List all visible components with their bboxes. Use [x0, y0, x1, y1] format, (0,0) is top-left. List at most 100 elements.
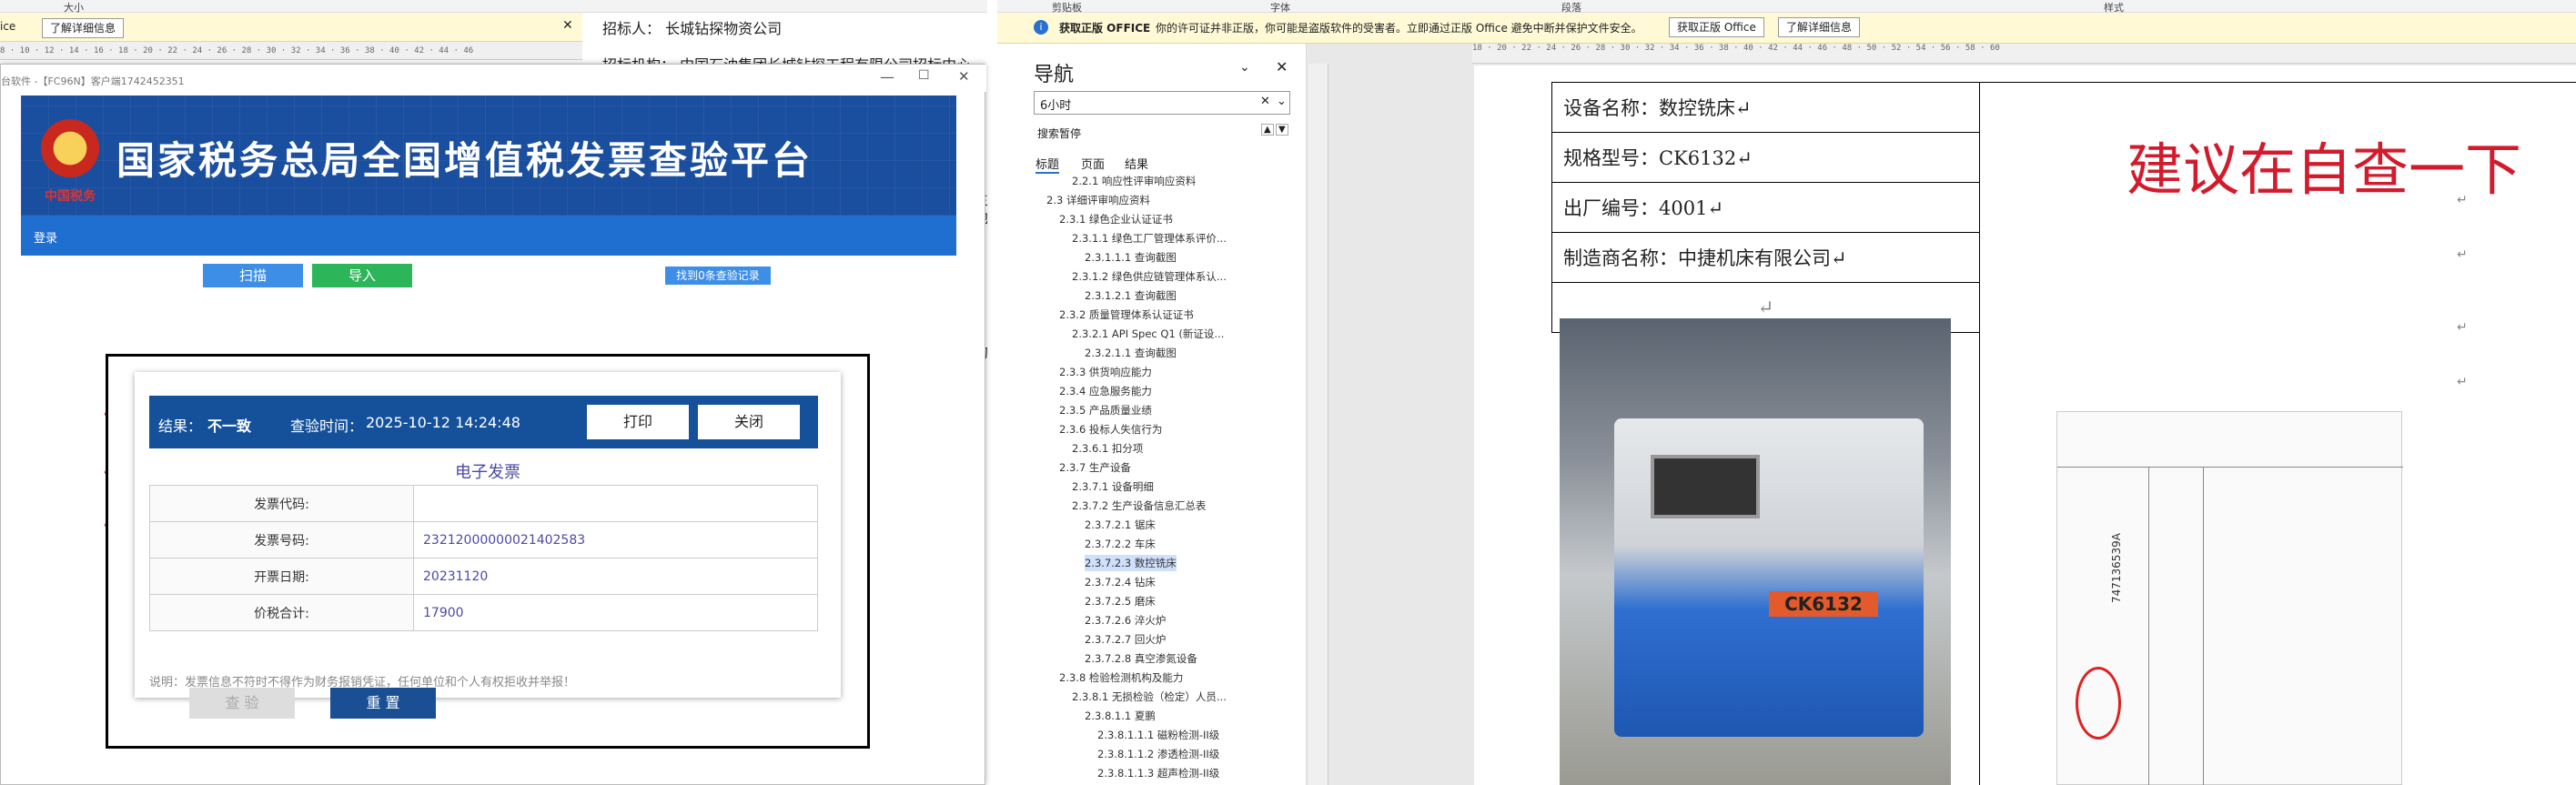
nav-heading-item[interactable]: 2.3.6.1 扣分项: [1072, 440, 1143, 457]
up-arrow-icon[interactable]: ▲: [1261, 124, 1274, 136]
result-label: 结果：: [158, 418, 203, 435]
serial-cell: 出厂编号：4001↵: [1551, 182, 1980, 233]
nav-bar: 登录: [21, 216, 956, 256]
model-cell: 规格型号：CK6132↵: [1551, 132, 1980, 183]
nav-heading-item[interactable]: 2.3.7.2.1 锯床: [1085, 517, 1156, 533]
horizontal-ruler: 18 · 20 · 22 · 24 · 26 · 28 · 30 · 32 · …: [1472, 44, 2576, 64]
tab-headings[interactable]: 标题: [1035, 155, 1060, 174]
clear-icon[interactable]: ✕: [1260, 95, 1270, 108]
check-button[interactable]: 查 验: [189, 688, 295, 719]
close-icon[interactable]: ✕: [958, 68, 970, 85]
nav-heading-item[interactable]: 2.3.7.1 设备明细: [1072, 478, 1154, 495]
nav-heading-item[interactable]: 2.3.7.2.8 真空渗氮设备: [1085, 650, 1197, 667]
table-row: 制造商名称：中捷机床有限公司↵: [1551, 232, 1980, 283]
close-icon[interactable]: ✕: [1276, 58, 1288, 75]
table-row: 发票号码: 23212000000021402583: [149, 521, 818, 559]
invoice-check-window: 台软件 -【FC96N】客户端1742452351 — ☐ ✕ 中国税务 国家税…: [0, 64, 986, 785]
chevron-down-icon[interactable]: ⌄: [1277, 95, 1287, 108]
check-time-label: 查验时间：: [290, 418, 364, 435]
nav-heading-item[interactable]: 2.3.7.2.2 车床: [1085, 536, 1156, 552]
nav-heading-item[interactable]: 2.3.3 供货响应能力: [1059, 364, 1152, 380]
nav-heading-item[interactable]: 2.3.1.2 绿色供应链管理体系认...: [1072, 268, 1227, 285]
tab-results[interactable]: 结果: [1125, 155, 1148, 172]
platform-title: 国家税务总局全国增值税发票查验平台: [116, 138, 813, 183]
maximize-icon[interactable]: ☐: [918, 68, 930, 83]
receipt-number: 747136539A: [2110, 533, 2123, 603]
nav-heading-item[interactable]: 2.3.8.1.1.3 超声检测-II级: [1097, 765, 1219, 781]
chevron-down-icon[interactable]: ⌄: [1239, 60, 1250, 75]
invoice-date-label: 开票日期:: [149, 558, 414, 595]
learn-more-button[interactable]: 了解详细信息: [1778, 17, 1861, 37]
machine-body: CK6132: [1614, 418, 1924, 737]
invoice-total-value: 17900: [413, 594, 818, 631]
close-icon[interactable]: ✕: [562, 18, 573, 33]
nav-heading-item[interactable]: 2.3.7.2.5 磨床: [1085, 593, 1156, 609]
result-value: 不一致: [207, 418, 252, 435]
nav-heading-item[interactable]: 2.3.7.2.3 数控铣床: [1085, 555, 1177, 571]
nav-heading-item[interactable]: 2.3.8.1.1 夏鹏: [1085, 708, 1156, 724]
learn-more-button[interactable]: 了解详细信息: [42, 18, 125, 38]
nav-heading-item[interactable]: 2.3.2 质量管理体系认证证书: [1059, 307, 1194, 323]
nav-heading-item[interactable]: 2.3.1.1.1 查询截图: [1085, 249, 1177, 266]
tab-pages[interactable]: 页面: [1081, 155, 1105, 172]
check-time-value: 2025-10-12 14:24:48: [366, 414, 520, 431]
import-button[interactable]: 导入: [312, 264, 412, 287]
table-row: 设备名称：数控铣床↵: [1551, 82, 1980, 133]
minimize-icon[interactable]: —: [880, 68, 894, 86]
table-row: 发票代码:: [149, 485, 818, 522]
license-warning-bar: i 获取正版 OFFICE 你的许可证并非正版，你可能是盗版软件的受害者。立即通…: [997, 13, 2576, 44]
nav-heading-item[interactable]: 2.3.8.1.1.1 磁粉检测-II级: [1097, 727, 1219, 743]
right-ribbon: 剪贴板 字体 段落 样式: [997, 0, 2576, 14]
vertical-ruler: [1308, 64, 1328, 785]
scan-line: [2057, 467, 2403, 468]
table-row: 规格型号：CK6132↵: [1551, 132, 1980, 183]
invoice-code-label: 发票代码:: [149, 485, 414, 522]
reset-button[interactable]: 重 置: [330, 688, 436, 719]
nav-heading-item[interactable]: 2.3.2.1 API Spec Q1 (新证设...: [1072, 326, 1224, 342]
scan-button[interactable]: 扫描: [203, 264, 303, 287]
get-genuine-office-button[interactable]: 获取正版 Office: [1669, 17, 1764, 37]
nav-heading-item[interactable]: 2.3.7.2.6 淬火炉: [1085, 612, 1166, 629]
invoice-date-value: 20231120: [413, 558, 818, 595]
search-paused-text: 搜索暂停: [1037, 127, 1082, 140]
left-ruler: 8 · 10 · 12 · 14 · 16 · 18 · 20 · 22 · 2…: [0, 42, 582, 60]
manufacturer-cell: 制造商名称：中捷机床有限公司↵: [1551, 232, 1980, 283]
invoice-scan-image: 747136539A: [2056, 411, 2403, 785]
down-arrow-icon[interactable]: ▼: [1276, 124, 1288, 136]
nav-heading-item[interactable]: 2.3.5 产品质量业绩: [1059, 402, 1152, 418]
nav-heading-item[interactable]: 2.3.4 应急服务能力: [1059, 383, 1152, 399]
column-top-border: [1979, 82, 2576, 83]
nav-heading-item[interactable]: 2.3.8.1.1.2 渗透检测-II级: [1097, 746, 1219, 762]
nav-heading-item[interactable]: 2.3.7.2 生产设备信息汇总表: [1072, 498, 1206, 514]
invoice-total-label: 价税合计:: [149, 594, 414, 631]
nav-heading-item[interactable]: 2.3.8.1 无损检验（检定）人员...: [1072, 689, 1227, 705]
nav-search-box[interactable]: 6小时 ✕ ⌄: [1034, 91, 1290, 115]
tax-logo: 中国税务: [45, 189, 96, 204]
result-header: 结果： 不一致 查验时间： 2025-10-12 14:24:48 打印 关闭: [149, 396, 818, 448]
print-button[interactable]: 打印: [587, 405, 689, 439]
nav-heading-item[interactable]: 2.3.7.2.7 回火炉: [1085, 631, 1166, 648]
nav-heading-item[interactable]: 2.3.7 生产设备: [1059, 459, 1131, 476]
scan-line: [2148, 467, 2149, 785]
nav-heading-item[interactable]: 2.3.1.1 绿色工厂管理体系评价...: [1072, 230, 1227, 247]
nav-heading-item[interactable]: 2.3.2.1.1 查询截图: [1085, 345, 1177, 361]
nav-login[interactable]: 登录: [34, 228, 57, 246]
nav-title: 导航: [1034, 64, 1075, 86]
window-titlebar[interactable]: 台软件 -【FC96N】客户端1742452351 — ☐ ✕: [1, 65, 986, 92]
nav-heading-item[interactable]: 2.3.1.2.1 查询截图: [1085, 287, 1177, 304]
scan-line: [2203, 467, 2204, 785]
table-row: 开票日期: 20231120: [149, 558, 818, 595]
nav-search-input[interactable]: 6小时: [1040, 96, 1071, 113]
nav-heading-item[interactable]: 2.2.1 响应性评审响应资料: [1072, 173, 1196, 189]
close-button[interactable]: 关闭: [698, 405, 800, 439]
nav-heading-item[interactable]: 2.3.1 绿色企业认证证书: [1059, 211, 1173, 227]
invoice-number-value: 23212000000021402583: [413, 521, 818, 559]
nav-heading-list: 2.2.1 响应性评审响应资料 2.3 详细评审响应资料 2.3.1 绿色企业认证证…: [997, 173, 1303, 785]
nav-heading-item[interactable]: 2.3.7.2.4 钻床: [1085, 574, 1156, 590]
paragraph-mark: ↵: [2457, 320, 2468, 335]
nav-heading-item[interactable]: 2.3 详细评审响应资料: [1046, 192, 1150, 208]
table-row: 价税合计: 17900: [149, 594, 818, 631]
nav-heading-item[interactable]: 2.3.8 检验检测机构及能力: [1059, 669, 1183, 686]
history-records-button[interactable]: 找到0条查验记录: [665, 267, 771, 285]
nav-heading-item[interactable]: 2.3.6 投标人失信行为: [1059, 421, 1162, 438]
